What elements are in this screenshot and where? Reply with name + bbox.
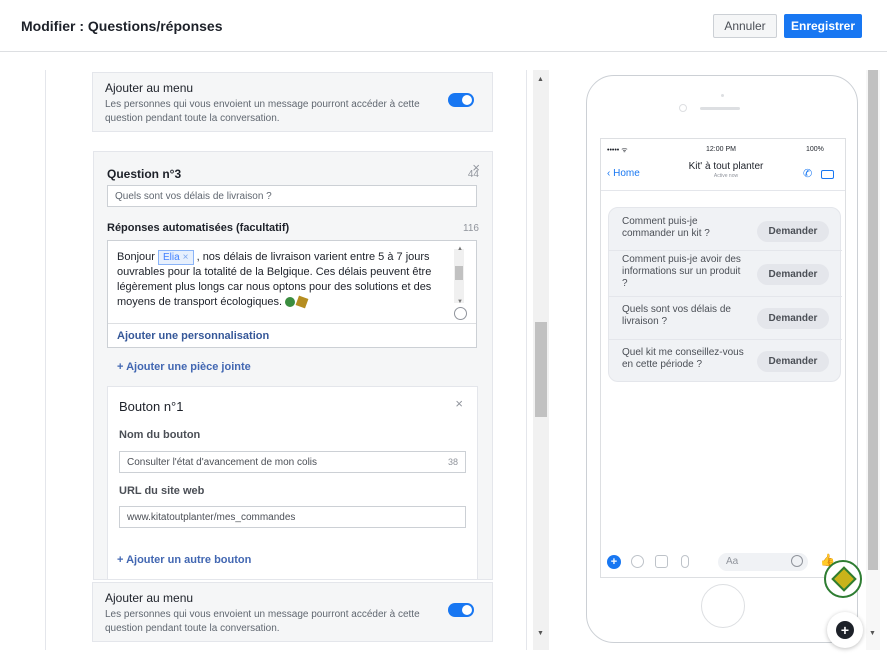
scroll-down-icon[interactable]: ▼ [869,630,876,637]
modal-frame: Modifier : Questions/réponses Annuler En… [0,0,887,659]
back-button[interactable]: ‹ Home [607,168,640,179]
save-button[interactable]: Enregistrer [784,14,862,38]
cancel-button[interactable]: Annuler [713,14,777,38]
back-label: Home [613,168,640,179]
ask-button[interactable]: Demander [757,221,829,242]
ask-button[interactable]: Demander [757,264,829,285]
response-text-start: Bonjour [117,251,158,263]
plus-icon[interactable]: + [607,555,621,569]
quick-reply-question: Comment puis-je commander un kit ? [622,216,710,239]
responses-label: Réponses automatisées (facultatif) [107,222,290,234]
image-icon[interactable] [655,555,668,568]
scroll-up-icon[interactable]: ▲ [537,76,544,83]
button-card-title: Bouton n°1 [119,399,184,414]
add-button-link[interactable]: + Ajouter un autre bouton [117,554,251,566]
url-input[interactable]: www.kitatoutplanter/mes_commandes [119,506,466,528]
page-scroll-thumb[interactable] [868,70,878,570]
question-label: Question n°3 [107,167,182,181]
phone-speaker [700,107,740,110]
quick-replies-list: Comment puis-je commander un kit ? Deman… [608,207,842,383]
textarea-scroll-thumb[interactable] [455,266,463,280]
phone-screen: ••••• ᯤ 12:00 PM 100% ‹ Home Kit' à tout… [600,138,846,578]
chat-subtitle: Active now [713,173,739,179]
url-label: URL du site web [119,485,205,497]
menu-card-top: Ajouter au menu Les personnes qui vous e… [92,72,493,132]
question-input[interactable]: Quels sont vos délais de livraison ? [107,185,477,207]
response-text[interactable]: Bonjour Elia × , nos délais de livraison … [117,250,447,310]
editor-scrollbar[interactable]: ▲ ▼ [533,70,549,650]
message-composer: + Aa 👍 [601,551,845,575]
button-name-value: Consulter l'état d'avancement de mon col… [127,457,318,468]
quick-reply-item: Quel kit me conseillez-vous en cette pér… [609,340,842,383]
page-title: Modifier : Questions/réponses [21,18,223,34]
modal-header: Modifier : Questions/réponses Annuler En… [0,0,887,52]
microphone-icon[interactable] [681,555,689,568]
leaf-icon [831,566,857,592]
menu-toggle[interactable] [448,603,474,617]
menu-title: Ajouter au menu [105,591,194,605]
status-carrier: ••••• ᯤ [607,147,628,154]
ask-button[interactable]: Demander [757,351,829,372]
quick-reply-item: Comment puis-je commander un kit ? Deman… [609,208,842,251]
button-card: Bouton n°1 × Nom du bouton Consulter l'é… [107,386,478,580]
status-time: 12:00 PM [706,146,736,153]
tag-remove-icon[interactable]: × [183,252,189,263]
response-textarea[interactable]: Bonjour Elia × , nos délais de livraison … [107,240,477,348]
phone-camera [679,104,687,112]
button-name-count: 38 [447,457,458,467]
menu-title: Ajouter au menu [105,81,194,95]
close-icon[interactable]: × [455,396,463,411]
menu-toggle[interactable] [448,93,474,107]
quick-reply-question: Quel kit me conseillez-vous en cette pér… [622,347,744,370]
quick-reply-question: Comment puis-je avoir des informations s… [622,254,741,289]
editor-scroll-thumb[interactable] [535,322,547,417]
status-battery: 100% [806,146,824,153]
menu-description: Les personnes qui vous envoient un messa… [105,99,420,124]
menu-description: Les personnes qui vous envoient un messa… [105,609,420,634]
button-name-input[interactable]: Consulter l'état d'avancement de mon col… [119,451,466,473]
button-name-label: Nom du bouton [119,429,201,441]
phone-call-icon[interactable]: ✆ [803,167,812,180]
textarea-divider [108,323,476,324]
chat-title: Kit' à tout planter [688,161,764,172]
camera-icon[interactable] [631,555,644,568]
phone-preview: ••••• ᯤ 12:00 PM 100% ‹ Home Kit' à tout… [586,75,858,643]
quick-reply-item: Comment puis-je avoir des informations s… [609,251,842,297]
add-personalization-link[interactable]: Ajouter une personnalisation [117,330,269,342]
phone-home-button [701,584,745,628]
plant-emoji-icon [295,295,309,309]
menu-card-bottom: Ajouter au menu Les personnes qui vous e… [92,582,493,642]
scroll-up-icon[interactable]: ▲ [457,246,463,252]
ask-button[interactable]: Demander [757,308,829,329]
emoji-picker-icon[interactable] [454,307,467,320]
phone-sensor [721,94,724,97]
quick-reply-item: Quels sont vos délais de livraison ? Dem… [609,297,842,340]
quick-reply-question: Quels sont vos délais de livraison ? [622,304,731,327]
floating-add-button[interactable]: + [827,612,863,648]
scroll-down-icon[interactable]: ▼ [537,630,544,637]
personalization-tag[interactable]: Elia × [157,250,194,265]
nav-divider [601,190,845,191]
question-char-count: 44 [467,169,479,180]
scroll-down-icon[interactable]: ▼ [457,299,463,305]
page-scrollbar[interactable]: ▲ ▼ [866,70,880,650]
plus-icon: + [836,621,854,639]
globe-emoji-icon [285,297,296,308]
question-card: Question n°3 × 44 Quels sont vos délais … [93,151,493,580]
video-call-icon[interactable] [821,170,834,179]
brand-badge-icon[interactable] [824,560,862,598]
textarea-scrollbar[interactable] [454,249,464,303]
responses-char-count: 116 [463,223,479,234]
emoji-icon[interactable] [791,555,803,567]
tag-label: Elia [162,252,180,263]
add-attachment-link[interactable]: + Ajouter une pièce jointe [117,361,251,373]
